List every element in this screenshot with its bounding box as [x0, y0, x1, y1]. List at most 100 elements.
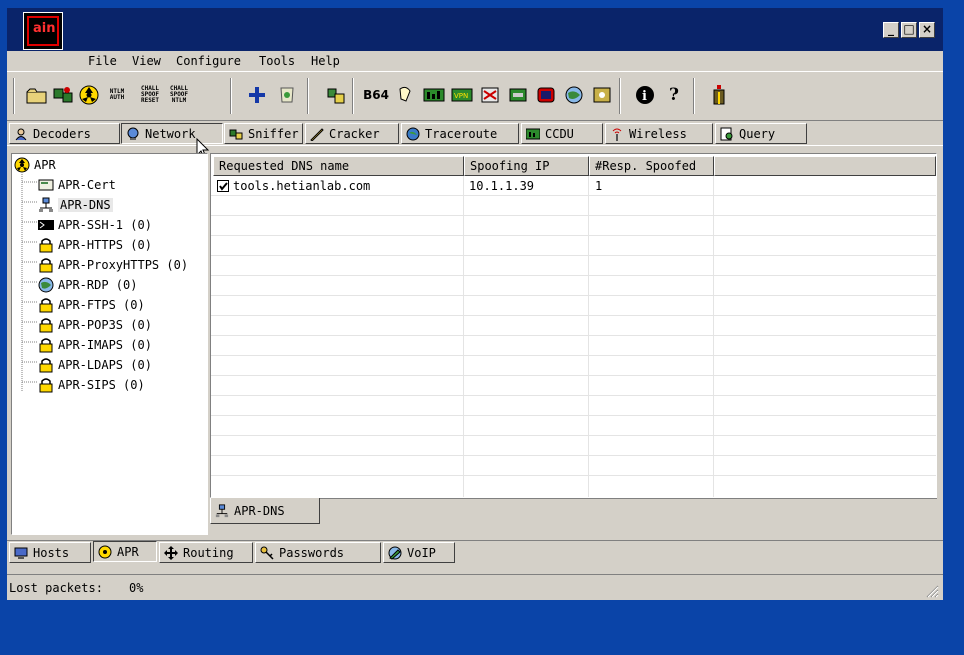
resize-grip-icon[interactable] [925, 584, 939, 598]
grid-line [211, 255, 936, 256]
column-header-dns-name[interactable]: Requested DNS name [213, 156, 464, 176]
tab-sniffer[interactable]: Sniffer [224, 123, 303, 144]
menu-file[interactable]: File [88, 54, 117, 68]
voip-icon [388, 546, 402, 560]
grid-line [211, 455, 936, 456]
subtab-label: APR-DNS [234, 503, 285, 518]
help-icon[interactable]: ? [662, 83, 686, 107]
menu-view[interactable]: View [132, 54, 161, 68]
grid-line [211, 395, 936, 396]
lock-icon [39, 358, 53, 373]
tree-item-apr-rdp[interactable]: APR-RDP (0) [38, 276, 137, 294]
row-checkbox[interactable] [217, 180, 229, 192]
tab-traceroute[interactable]: Traceroute [401, 123, 519, 144]
sniffer-toggle-icon[interactable] [51, 83, 75, 107]
tree-item-apr-cert[interactable]: APR-Cert [38, 176, 116, 194]
tab-apr[interactable]: APR [93, 541, 157, 562]
cain-logo-icon[interactable]: ain [23, 12, 63, 50]
grid-line [211, 275, 936, 276]
info-icon[interactable]: i [633, 83, 657, 107]
route-icon[interactable] [506, 83, 530, 107]
network-scan-icon[interactable] [324, 83, 348, 107]
tree-item-apr-dns[interactable]: APR-DNS [38, 196, 113, 214]
subtab-apr-dns[interactable]: APR-DNS [210, 498, 320, 524]
certificate-icon[interactable] [478, 83, 502, 107]
tab-ccdu[interactable]: CCDU [521, 123, 603, 144]
grid-line [463, 176, 464, 497]
menu-configure[interactable]: Configure [176, 54, 241, 68]
certificate-icon [38, 179, 54, 191]
tab-decoders[interactable]: Decoders [9, 123, 120, 144]
tab-label: Routing [183, 545, 234, 560]
tab-label: Wireless [629, 126, 687, 141]
tree-item-apr-pop3s[interactable]: APR-POP3S (0) [38, 316, 152, 334]
tree-item-apr-ftps[interactable]: APR-FTPS (0) [38, 296, 145, 314]
menu-tools[interactable]: Tools [259, 54, 295, 68]
app-icon-text: ain [33, 21, 56, 36]
tree-item-apr-proxyhttps[interactable]: APR-ProxyHTTPS (0) [38, 256, 188, 274]
lock-icon [39, 238, 53, 253]
tab-passwords[interactable]: Passwords [255, 542, 381, 563]
chall-spoof-ntlm-button[interactable]: CHALL SPOOF NTLM [167, 83, 191, 107]
rdp-globe-icon [38, 277, 54, 293]
table-row[interactable]: tools.hetianlab.com 10.1.1.39 1 [211, 176, 936, 196]
rdp-icon[interactable] [394, 83, 418, 107]
lock-icon [39, 318, 53, 333]
cain-window: ain _ □ × File View Configure Tools Help… [7, 8, 943, 600]
chall-spoof-reset-button[interactable]: CHALL SPOOF RESET [138, 83, 162, 107]
close-button[interactable]: × [919, 22, 935, 38]
lock-icon [39, 378, 53, 393]
toolbar: NTLM AUTH CHALL SPOOF RESET CHALL SPOOF NTLM … [7, 71, 943, 121]
ccdu-icon [526, 128, 540, 139]
lost-packets-label: Lost packets: [9, 581, 103, 595]
tab-routing[interactable]: Routing [159, 542, 253, 563]
key-icon [260, 546, 274, 560]
toolbar-separator [230, 78, 232, 114]
column-header-spoofing-ip[interactable]: Spoofing IP [464, 156, 589, 176]
open-folder-icon[interactable] [25, 83, 49, 107]
subtab-bar: APR-DNS [210, 498, 937, 535]
tree-label: APR-ProxyHTTPS (0) [58, 258, 189, 272]
ntlm-auth-button[interactable]: NTLM AUTH [105, 83, 129, 107]
menu-help[interactable]: Help [311, 54, 340, 68]
tree-root-apr[interactable]: APR [14, 156, 56, 174]
tab-voip[interactable]: VoIP [383, 542, 455, 563]
terminal-icon[interactable] [534, 83, 558, 107]
dns-spoof-table: Requested DNS name Spoofing IP #Resp. Sp… [210, 153, 937, 498]
decoders-icon [15, 128, 27, 140]
tab-query[interactable]: Query [715, 123, 807, 144]
base64-icon[interactable]: B64 [363, 83, 389, 107]
tree-label: APR-Cert [58, 178, 116, 192]
add-icon[interactable] [245, 83, 269, 107]
tree-item-apr-https[interactable]: APR-HTTPS (0) [38, 236, 152, 254]
spoofing-ip-cell: 10.1.1.39 [469, 179, 535, 193]
tab-wireless[interactable]: Wireless [605, 123, 713, 144]
grid-line [588, 176, 589, 497]
vpn-icon[interactable]: VPN [450, 83, 474, 107]
globe-icon[interactable] [562, 83, 586, 107]
dns-name-cell: tools.hetianlab.com [217, 179, 370, 193]
remove-icon[interactable] [275, 83, 299, 107]
grid-line [211, 435, 936, 436]
tab-label: Traceroute [425, 126, 498, 141]
column-header-resp-spoofed[interactable]: #Resp. Spoofed [589, 156, 714, 176]
title-bar[interactable]: ain _ □ × [7, 8, 943, 51]
minimize-button[interactable]: _ [883, 22, 899, 38]
lsa-secrets-icon[interactable] [422, 83, 446, 107]
tree-item-apr-imaps[interactable]: APR-IMAPS (0) [38, 336, 152, 354]
tree-item-apr-ldaps[interactable]: APR-LDAPS (0) [38, 356, 152, 374]
tree-item-apr-sips[interactable]: APR-SIPS (0) [38, 376, 145, 394]
grid-line [211, 355, 936, 356]
lock-icon [39, 298, 53, 313]
tab-label: CCDU [545, 126, 574, 141]
apr-toggle-icon[interactable] [77, 83, 101, 107]
password-icon[interactable] [590, 83, 614, 107]
exit-icon[interactable] [707, 83, 731, 107]
status-bar: Lost packets: 0% [7, 574, 943, 601]
tab-hosts[interactable]: Hosts [9, 542, 91, 563]
lost-packets-value: 0% [129, 581, 144, 595]
maximize-button[interactable]: □ [901, 22, 917, 38]
tree-item-apr-ssh[interactable]: APR-SSH-1 (0) [38, 216, 152, 234]
tree-label: APR-HTTPS (0) [58, 238, 152, 252]
tab-cracker[interactable]: Cracker [305, 123, 399, 144]
